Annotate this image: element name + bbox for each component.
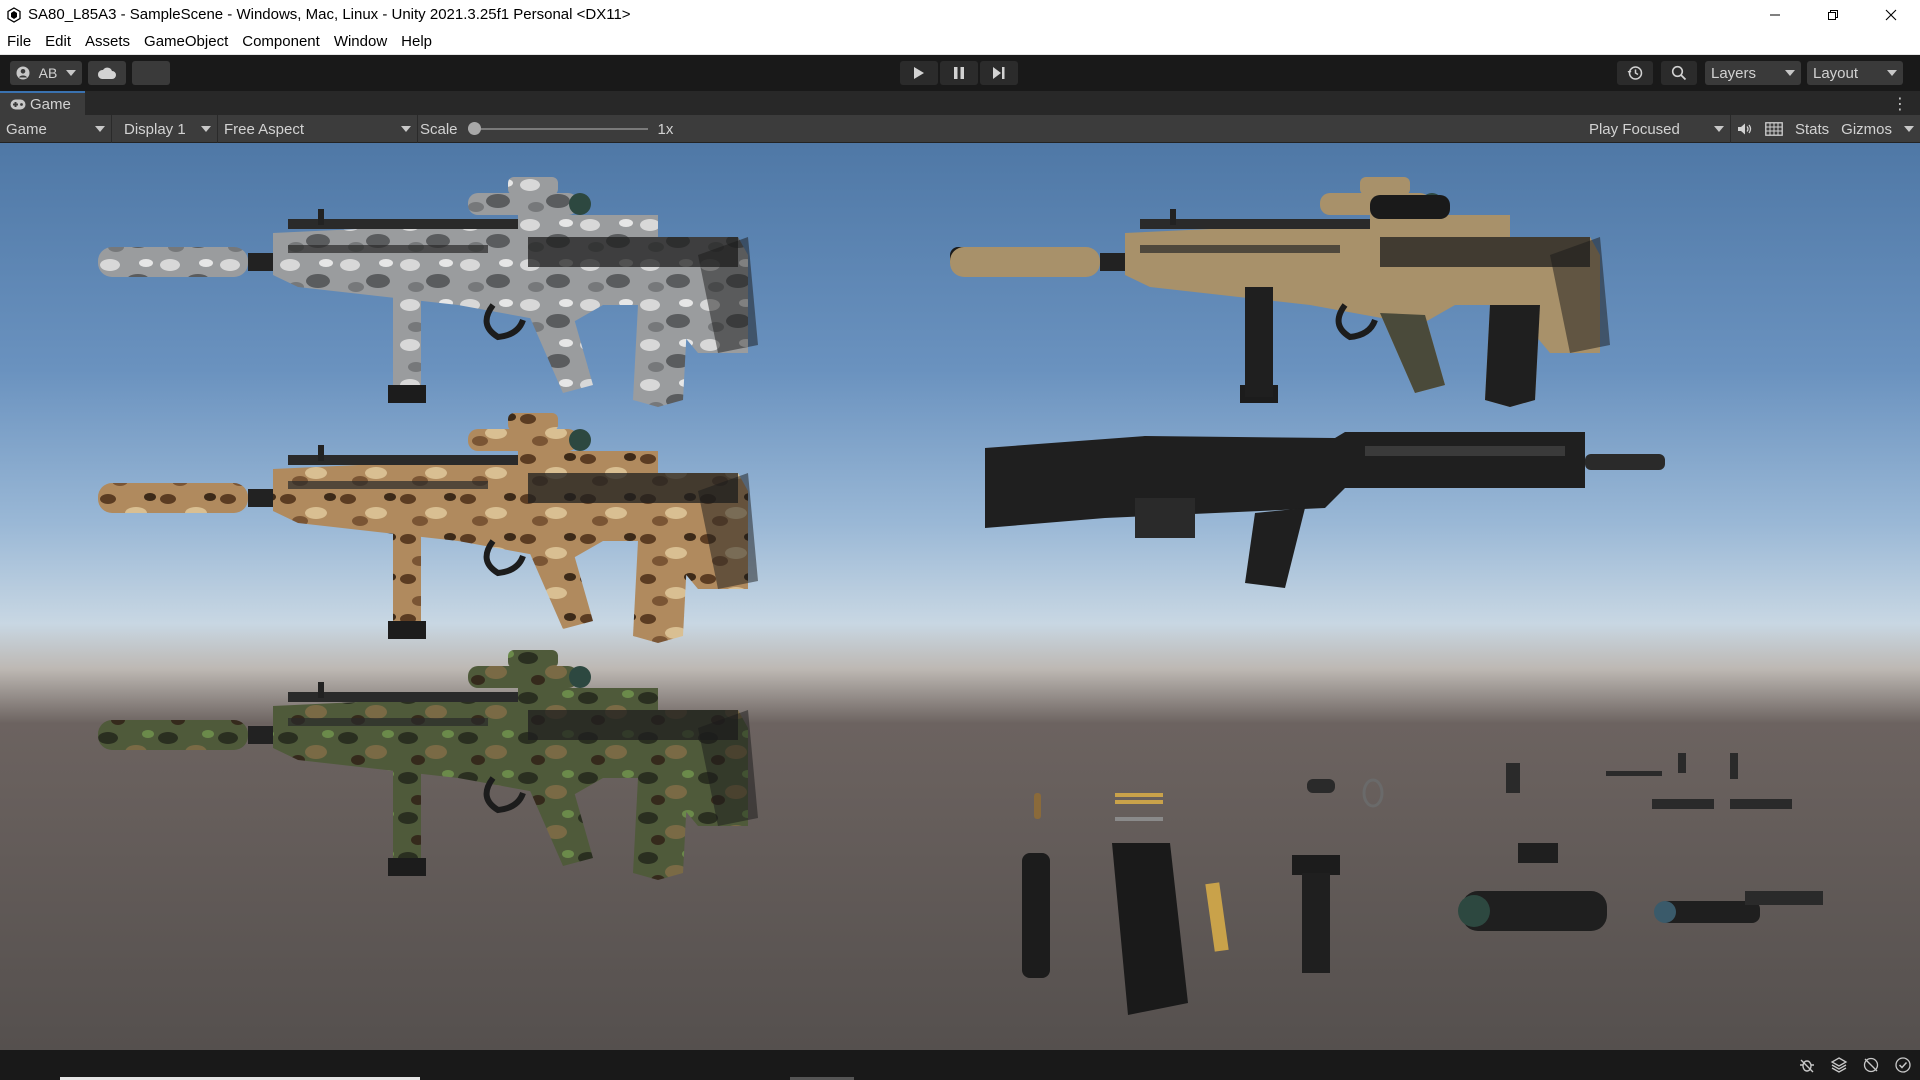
window-title: SA80_L85A3 - SampleScene - Windows, Mac,… [28,6,631,23]
restore-button[interactable] [1804,0,1862,29]
view-type-label: Game [6,120,47,138]
network-icon[interactable] [1860,1054,1882,1076]
account-icon [16,66,30,80]
game-tab-bar: Game ⋮ [0,91,1920,115]
search-button[interactable] [1661,61,1697,85]
pause-button[interactable] [940,61,978,85]
menu-bar: File Edit Assets GameObject Component Wi… [0,29,1920,55]
scale-slider-thumb[interactable] [467,122,481,135]
debug-icon[interactable] [1796,1054,1818,1076]
more-options-icon[interactable]: ⋮ [1892,94,1908,114]
chevron-down-icon [1904,126,1914,132]
display-label: Display 1 [124,120,186,138]
cloud-icon [97,67,116,79]
menu-assets[interactable]: Assets [78,29,137,54]
gamepad-icon [10,99,26,109]
rifle-desert-camo [98,413,758,643]
close-icon [1885,9,1897,20]
minimize-icon [1770,14,1780,15]
display-dropdown[interactable]: Display 1 [118,115,218,143]
tab-game[interactable]: Game [0,91,85,115]
tab-game-label: Game [30,95,71,113]
step-icon [993,67,1005,79]
play-mode-label: Play Focused [1588,120,1680,138]
menu-gameobject[interactable]: GameObject [137,29,235,54]
aspect-dropdown[interactable]: Free Aspect [218,115,418,143]
search-icon [1671,65,1687,81]
rifle-urban-camo [98,177,758,407]
layers-dropdown[interactable]: Layers [1705,61,1801,85]
restore-icon [1828,9,1838,20]
menu-edit[interactable]: Edit [38,29,78,54]
chevron-down-icon [1887,70,1897,76]
parts-cartridge [1034,793,1041,819]
play-controls [900,61,1018,85]
rifle-black-no-stock [985,432,1665,588]
scale-value: 1x [657,120,674,138]
play-icon [914,67,924,79]
rifle-tan [950,177,1610,407]
checkmark-icon[interactable] [1892,1054,1914,1076]
history-icon [1627,66,1643,80]
game-viewport[interactable] [0,143,1920,1050]
view-type-dropdown[interactable]: Game [0,115,112,143]
scene-render [0,143,1823,1015]
stats-toggle[interactable]: Stats [1789,115,1835,143]
grid-icon [1765,122,1783,136]
parts-foregrip [1292,855,1340,973]
aspect-label: Free Aspect [224,120,305,138]
layers-label: Layers [1711,64,1757,82]
account-label: AB [38,65,58,81]
parts-scope [1458,843,1607,931]
gizmos-dropdown[interactable]: Gizmos [1835,115,1920,143]
parts-flashlight [1654,891,1823,923]
speaker-icon [1737,123,1752,135]
game-view-controls: Game Display 1 Free Aspect Scale 1x Play… [0,115,1920,143]
close-button[interactable] [1862,0,1920,29]
layers-stack-icon[interactable] [1828,1054,1850,1076]
layout-label: Layout [1813,64,1859,82]
layout-dropdown[interactable]: Layout [1807,61,1903,85]
gizmos-label: Gizmos [1841,120,1892,138]
parts-bullet-strip [1205,882,1229,952]
rifle-woodland-camo [98,650,758,880]
scale-slider[interactable] [467,122,648,135]
menu-component[interactable]: Component [235,29,327,54]
status-bar [0,1050,1920,1080]
scale-label: Scale [420,120,458,138]
menu-help[interactable]: Help [394,29,439,54]
cloud-button[interactable] [88,61,126,85]
unity-logo-icon [7,6,21,23]
scale-control: Scale 1x [420,115,673,143]
parts-suppressor [1022,853,1050,978]
pause-icon [954,67,964,79]
play-mode-dropdown[interactable]: Play Focused [1583,115,1731,143]
parts-magazine [1112,843,1188,1015]
collab-button[interactable] [132,61,170,85]
step-button[interactable] [980,61,1018,85]
chevron-down-icon [201,126,211,132]
chevron-down-icon [1785,70,1795,76]
game-view-right-controls: Play Focused Stats Gizmos [1583,115,1920,143]
title-bar: SA80_L85A3 - SampleScene - Windows, Mac,… [0,0,1920,29]
keyboard-shortcuts-button[interactable] [1759,115,1789,143]
main-toolbar: AB Layers Layout [0,55,1920,91]
parts-ammo-belt [1115,793,1163,821]
undo-history-button[interactable] [1617,61,1653,85]
account-dropdown[interactable]: AB [10,61,82,85]
menu-window[interactable]: Window [327,29,394,54]
mute-audio-button[interactable] [1731,115,1759,143]
play-button[interactable] [900,61,938,85]
menu-file[interactable]: File [0,29,38,54]
minimize-button[interactable] [1746,0,1804,29]
chevron-down-icon [66,70,76,76]
parts-rings [1307,763,1520,808]
chevron-down-icon [95,126,105,132]
parts-small-components [1606,753,1792,809]
chevron-down-icon [401,126,411,132]
chevron-down-icon [1713,126,1724,132]
